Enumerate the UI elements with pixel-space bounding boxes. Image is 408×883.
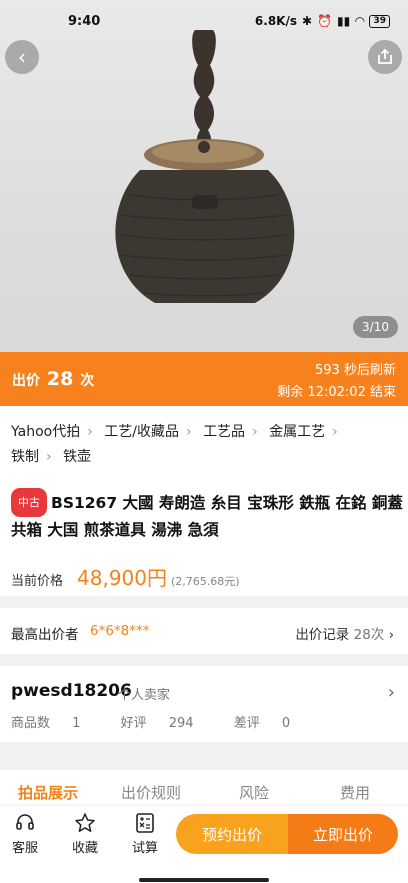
seller-name: pwesd18206 bbox=[11, 681, 132, 701]
breadcrumb: Yahoo代拍 › 工艺/收藏品 › 工艺品 › 金属工艺 › 铁制 › 铁壶 bbox=[11, 420, 401, 470]
wifi-icon: ◠ bbox=[355, 14, 365, 28]
network-speed: 6.8K/s bbox=[254, 14, 297, 28]
highest-bidder-label: 最高出价者 bbox=[11, 627, 79, 643]
calculator-icon bbox=[136, 813, 154, 833]
status-bar: 9:40 6.8K/s ✱ ⏰ ▮▮ ◠ 39 bbox=[0, 10, 408, 34]
customer-service-label: 客服 bbox=[11, 841, 38, 856]
bid-status-bar: 出价 28 次 593 秒后刷新 剩余 12:02:02 结束 bbox=[0, 352, 408, 406]
customer-service-button[interactable]: 客服 bbox=[5, 812, 45, 856]
star-icon bbox=[75, 813, 95, 832]
chevron-right-icon: › bbox=[186, 424, 192, 440]
calculator-label: 试算 bbox=[131, 841, 158, 856]
item-info-card: Yahoo代拍 › 工艺/收藏品 › 工艺品 › 金属工艺 › 铁制 › 铁壶 中古 BS1… bbox=[0, 406, 408, 596]
bid-label-prefix: 出价 bbox=[12, 373, 40, 389]
breadcrumb-item[interactable]: 铁制 bbox=[11, 449, 39, 465]
seller-type: 个人卖家 bbox=[118, 688, 171, 703]
remaining-value: 12:02:02 bbox=[307, 385, 366, 400]
current-price: 48,900円 bbox=[77, 566, 167, 590]
chevron-right-icon: › bbox=[252, 424, 258, 440]
seller-good-reviews: 好评 294 bbox=[120, 716, 194, 731]
home-indicator bbox=[139, 878, 269, 882]
alarm-icon: ⏰ bbox=[317, 14, 333, 28]
chevron-left-icon: ‹ bbox=[18, 45, 26, 69]
condition-badge: 中古 bbox=[11, 488, 47, 517]
refresh-countdown: 593 秒后刷新 bbox=[315, 359, 396, 378]
bid-count: 28 bbox=[46, 368, 74, 390]
favorite-label: 收藏 bbox=[71, 841, 98, 856]
signal-icon: ▮▮ bbox=[337, 14, 351, 28]
tab-bid-rules[interactable]: 出价规则 bbox=[121, 782, 181, 803]
reserve-bid-button[interactable]: 预约出价 bbox=[176, 814, 288, 854]
battery-icon: 39 bbox=[369, 14, 390, 28]
share-icon bbox=[378, 48, 392, 64]
image-counter: 3/10 bbox=[353, 316, 398, 338]
bid-record-count: 28次 bbox=[353, 627, 385, 643]
price-row: 当前价格 48,900円 (2,765.68元) bbox=[11, 562, 240, 591]
seller-card[interactable]: pwesd18206 个人卖家 › 商品数 1 好评 294 差评 0 bbox=[0, 666, 408, 742]
seller-items: 商品数 1 bbox=[11, 716, 81, 731]
seller-stats: 商品数 1 好评 294 差评 0 bbox=[11, 712, 326, 731]
seller-bad-reviews: 差评 0 bbox=[233, 716, 291, 731]
bid-record-label: 出价记录 bbox=[295, 627, 350, 643]
bluetooth-icon: ✱ bbox=[302, 14, 313, 28]
price-rmb: (2,765.68元) bbox=[171, 575, 240, 588]
bid-label-suffix: 次 bbox=[80, 373, 95, 389]
status-time: 9:40 bbox=[68, 14, 101, 29]
breadcrumb-item[interactable]: 铁壶 bbox=[63, 449, 91, 465]
item-detail-page: { "status_bar": {"time": "9:40", "speed"… bbox=[0, 0, 408, 883]
chevron-right-icon: › bbox=[87, 424, 93, 440]
tab-risk[interactable]: 风险 bbox=[239, 782, 269, 803]
chevron-right-icon: › bbox=[388, 627, 394, 643]
refresh-seconds: 593 bbox=[315, 363, 340, 378]
favorite-button[interactable]: 收藏 bbox=[65, 812, 105, 856]
breadcrumb-item[interactable]: 金属工艺 bbox=[269, 424, 325, 440]
remaining-label: 剩余 bbox=[277, 385, 304, 400]
bid-now-button[interactable]: 立即出价 bbox=[288, 814, 398, 854]
back-button[interactable]: ‹ bbox=[5, 40, 39, 74]
breadcrumb-item[interactable]: 工艺品 bbox=[203, 424, 245, 440]
calculator-button[interactable]: 试算 bbox=[125, 812, 165, 856]
bid-record-link[interactable]: 出价记录 28次 › bbox=[295, 623, 394, 643]
status-icons: 6.8K/s ✱ ⏰ ▮▮ ◠ 39 bbox=[255, 14, 390, 28]
refresh-text: 秒后刷新 bbox=[343, 363, 396, 378]
item-title: BS1267 大國 寿朗造 糸目 宝珠形 鉄瓶 在銘 銅蓋 共箱 大国 煎茶道具… bbox=[11, 494, 403, 539]
tab-fees[interactable]: 费用 bbox=[340, 782, 370, 803]
price-label: 当前价格 bbox=[11, 574, 64, 589]
highest-bidder-id: 6*6*8*** bbox=[90, 623, 150, 639]
chevron-right-icon: › bbox=[332, 424, 338, 440]
highest-bidder-row[interactable]: 最高出价者 6*6*8*** 出价记录 28次 › bbox=[0, 608, 408, 654]
remaining-time: 剩余 12:02:02 结束 bbox=[277, 381, 396, 400]
breadcrumb-item[interactable]: 工艺/收藏品 bbox=[104, 424, 179, 440]
detail-tabs: 拍品展示 出价规则 风险 费用 bbox=[0, 770, 408, 810]
bid-count-label: 出价 28 次 bbox=[12, 368, 94, 390]
item-title-block: 中古 BS1267 大國 寿朗造 糸目 宝珠形 鉄瓶 在銘 銅蓋 共箱 大国 煎茶… bbox=[11, 488, 403, 544]
end-label: 结束 bbox=[369, 385, 396, 400]
bottom-action-bar: 客服 收藏 试算 预约出价 立即出价 bbox=[0, 806, 408, 883]
iron-kettle-photo bbox=[115, 30, 295, 303]
tab-showcase[interactable]: 拍品展示 bbox=[18, 782, 78, 803]
share-button[interactable] bbox=[368, 40, 402, 74]
headset-icon bbox=[16, 814, 34, 830]
chevron-right-icon: › bbox=[46, 449, 52, 465]
chevron-right-icon: › bbox=[387, 682, 395, 703]
product-image-carousel[interactable]: 9:40 6.8K/s ✱ ⏰ ▮▮ ◠ 39 ‹ 3/10 bbox=[0, 0, 408, 352]
breadcrumb-item[interactable]: Yahoo代拍 bbox=[11, 424, 80, 440]
